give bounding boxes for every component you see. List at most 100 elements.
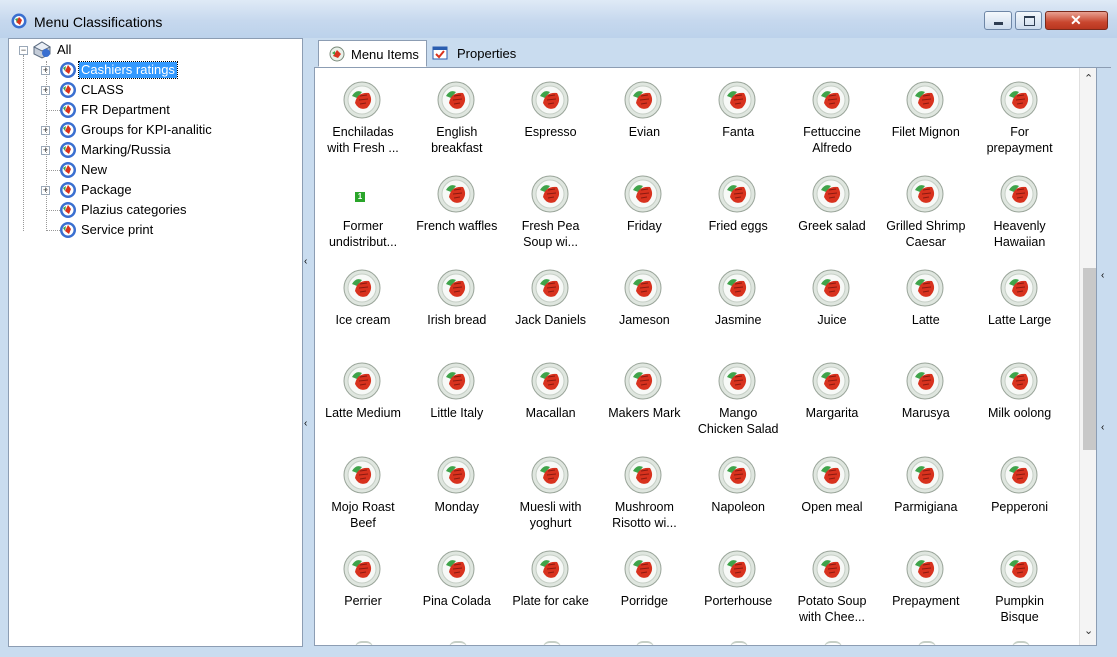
menu-item-tile[interactable]: Greek salad xyxy=(785,162,879,256)
vertical-scrollbar[interactable]: ⌃ ⌄ xyxy=(1079,68,1096,645)
menu-item-tile[interactable]: Latte Medium xyxy=(316,349,410,443)
menu-item-plate-icon xyxy=(343,269,381,307)
menu-item-label: Grilled Shrimp Caesar xyxy=(886,218,966,249)
menu-item-tile[interactable]: Potato Soup with Chee... xyxy=(785,537,879,631)
menu-item-tile[interactable]: Makers Mark xyxy=(597,349,691,443)
menu-item-tile[interactable]: Filet Mignon xyxy=(879,68,973,162)
menu-item-plate-icon xyxy=(906,81,944,119)
menu-item-plate-icon xyxy=(812,550,850,588)
menu-item-plate-icon xyxy=(437,81,475,119)
scroll-up-arrow-icon[interactable]: ⌃ xyxy=(1084,72,1093,85)
menu-item-tile[interactable]: Macallan xyxy=(504,349,598,443)
menu-item-tile[interactable]: Grilled Shrimp Caesar xyxy=(879,162,973,256)
menu-item-tile[interactable]: 1 Former undistribut... xyxy=(316,162,410,256)
menu-item-tile[interactable]: Fanta xyxy=(691,68,785,162)
menu-item-tile[interactable]: Mojo Roast Beef xyxy=(316,443,410,537)
tab-menu-items[interactable]: Menu Items xyxy=(318,40,427,67)
menu-item-tile[interactable]: French waffles xyxy=(410,162,504,256)
menu-item-tile[interactable]: Latte Large xyxy=(973,256,1067,350)
menu-item-plate-icon xyxy=(718,362,756,400)
menu-item-tile[interactable]: Parmigiana xyxy=(879,443,973,537)
chevron-left-icon[interactable]: ‹ xyxy=(304,256,307,267)
menu-item-tile[interactable]: English breakfast xyxy=(410,68,504,162)
menu-item-tile[interactable]: Napoleon xyxy=(691,443,785,537)
tree-node-label: Cashiers ratings xyxy=(78,61,178,79)
menu-item-plate-icon xyxy=(1000,175,1038,213)
tree-connector xyxy=(46,110,60,111)
menu-item-plate-icon xyxy=(718,175,756,213)
menu-item-tile[interactable]: Perrier xyxy=(316,537,410,631)
menu-item-tile[interactable]: Heavenly Hawaiian xyxy=(973,162,1067,256)
tab-properties-label: Properties xyxy=(457,46,517,61)
tree-connector xyxy=(46,230,60,231)
menu-item-label: Mojo Roast Beef xyxy=(331,500,395,531)
menu-item-plate-icon xyxy=(437,269,475,307)
menu-item-tile[interactable]: Marusya xyxy=(879,349,973,443)
menu-item-tile[interactable]: Open meal xyxy=(785,443,879,537)
menu-items-grid[interactable]: Enchiladas with Fresh ... English breakfa… xyxy=(314,68,1097,646)
menu-item-label: Macallan xyxy=(525,406,576,421)
menu-item-tile[interactable]: Monday xyxy=(410,443,504,537)
menu-item-plate-icon xyxy=(812,362,850,400)
menu-item-plate-icon xyxy=(1000,456,1038,494)
menu-item-tile[interactable]: Mushroom Risotto wi... xyxy=(597,443,691,537)
menu-item-label: Muesli with yoghurt xyxy=(519,500,582,531)
collapse-icon[interactable]: − xyxy=(19,46,28,55)
menu-item-tile[interactable]: Margarita xyxy=(785,349,879,443)
menu-item-plate-icon xyxy=(624,456,662,494)
menu-item-tile[interactable]: For prepayment xyxy=(973,68,1067,162)
menu-item-plate-icon xyxy=(812,269,850,307)
menu-item-label: Perrier xyxy=(344,594,382,608)
chevron-left-icon[interactable]: ‹ xyxy=(304,418,307,429)
menu-item-tile[interactable]: Prepayment xyxy=(879,537,973,631)
menu-item-tile[interactable]: Enchiladas with Fresh ... xyxy=(316,68,410,162)
menu-item-tile[interactable]: Muesli with yoghurt xyxy=(504,443,598,537)
menu-item-tile[interactable]: Porridge xyxy=(597,537,691,631)
menu-item-label: Fried eggs xyxy=(708,218,768,233)
menu-group-icon xyxy=(60,62,76,78)
menu-item-plate-icon xyxy=(718,269,756,307)
menu-item-tile[interactable]: Jack Daniels xyxy=(504,256,598,350)
scroll-down-arrow-icon[interactable]: ⌄ xyxy=(1084,624,1093,637)
chevron-left-icon[interactable]: ‹ xyxy=(1101,422,1104,433)
menu-item-tile[interactable]: Evian xyxy=(597,68,691,162)
classification-tree[interactable]: − All + Cashiers ratings + CLASS FR Departme… xyxy=(8,38,303,647)
menu-item-plate-icon xyxy=(824,641,842,645)
right-splitter[interactable]: ‹ ‹ xyxy=(1100,270,1111,450)
menu-group-icon xyxy=(60,102,76,118)
menu-item-tile[interactable]: Espresso xyxy=(504,68,598,162)
menu-item-tile[interactable]: Pina Colada xyxy=(410,537,504,631)
menu-item-tile[interactable]: Little Italy xyxy=(410,349,504,443)
menu-item-tile[interactable]: Latte xyxy=(879,256,973,350)
tree-node-label: Plazius categories xyxy=(81,202,187,217)
menu-item-tile[interactable]: Porterhouse xyxy=(691,537,785,631)
maximize-button[interactable] xyxy=(1015,11,1042,30)
menu-item-tile[interactable]: Pumpkin Bisque xyxy=(973,537,1067,631)
tab-menu-items-label: Menu Items xyxy=(351,47,419,62)
chevron-left-icon[interactable]: ‹ xyxy=(1101,270,1104,281)
menu-item-plate-icon xyxy=(542,641,561,645)
tab-properties[interactable]: Properties xyxy=(430,40,530,67)
scrollbar-thumb[interactable] xyxy=(1083,268,1096,450)
menu-item-tile[interactable]: Irish bread xyxy=(410,256,504,350)
menu-item-tile[interactable]: Jameson xyxy=(597,256,691,350)
menu-item-tile[interactable]: Pepperoni xyxy=(973,443,1067,537)
menu-item-tile[interactable]: Milk oolong xyxy=(973,349,1067,443)
menu-item-tile[interactable]: Mango Chicken Salad xyxy=(691,349,785,443)
tree-node-label: Marking/Russia xyxy=(81,142,171,157)
menu-item-tile[interactable]: Ice cream xyxy=(316,256,410,350)
menu-item-tile[interactable]: Fried eggs xyxy=(691,162,785,256)
menu-item-tile[interactable]: Plate for cake xyxy=(504,537,598,631)
menu-item-tile[interactable]: Jasmine xyxy=(691,256,785,350)
menu-item-label: Potato Soup with Chee... xyxy=(797,594,867,624)
close-button[interactable] xyxy=(1045,11,1108,30)
menu-item-tile[interactable]: Juice xyxy=(785,256,879,350)
minimize-button[interactable] xyxy=(984,11,1012,30)
menu-item-tile[interactable]: Fresh Pea Soup wi... xyxy=(504,162,598,256)
menu-item-tile[interactable]: Friday xyxy=(597,162,691,256)
menu-group-icon xyxy=(60,162,76,178)
menu-item-tile[interactable]: Fettuccine Alfredo xyxy=(785,68,879,162)
menu-item-label: Friday xyxy=(627,218,662,233)
tree-root-label: All xyxy=(57,42,72,57)
menu-item-plate-icon xyxy=(343,362,381,400)
